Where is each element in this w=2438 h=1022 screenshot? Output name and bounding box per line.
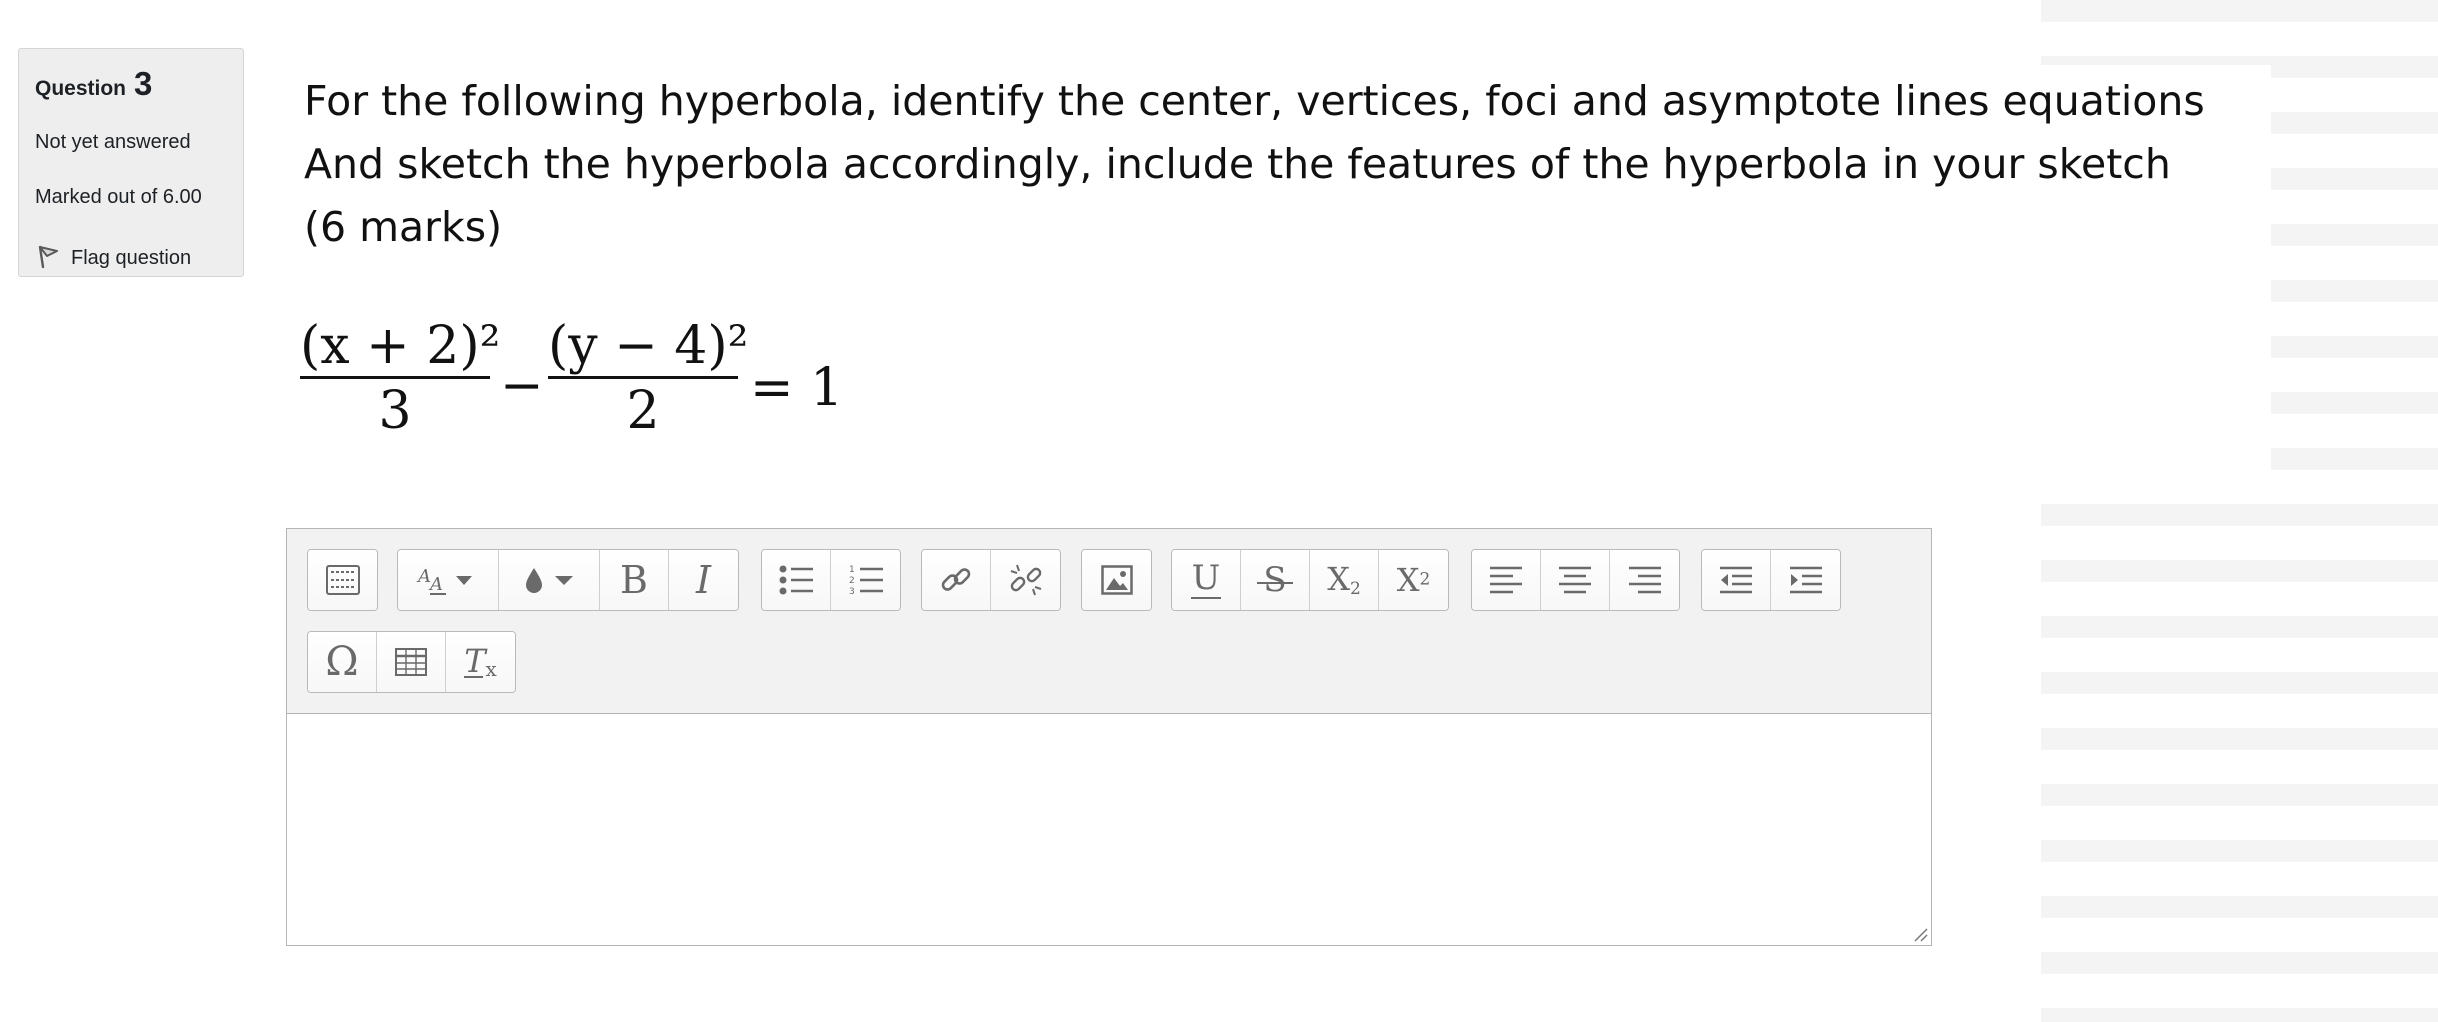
unordered-list-button[interactable] bbox=[762, 550, 831, 610]
align-right-button[interactable] bbox=[1610, 550, 1679, 610]
fraction-x-term: (x + 2)² 3 bbox=[300, 316, 501, 441]
outdent-button[interactable] bbox=[1702, 550, 1771, 610]
question-text-line: And sketch the hyperbola accordingly, in… bbox=[304, 140, 2171, 188]
font-size-button[interactable]: A A bbox=[398, 550, 499, 610]
fraction-denominator: 2 bbox=[626, 381, 660, 441]
flag-question-label: Flag question bbox=[71, 246, 192, 269]
subscript-base: X bbox=[1327, 560, 1350, 599]
question-text-line: For the following hyperbola, identify th… bbox=[304, 77, 2205, 125]
underline-glyph: U bbox=[1191, 558, 1221, 598]
align-center-icon bbox=[1558, 565, 1592, 595]
toolbar-group-links bbox=[921, 549, 1061, 611]
toolbar-group-text-format: U S X2 X2 bbox=[1171, 549, 1449, 611]
image-button[interactable] bbox=[1082, 550, 1151, 610]
align-left-icon bbox=[1489, 565, 1523, 595]
special-character-icon: Ω bbox=[325, 639, 359, 685]
link-button[interactable] bbox=[922, 550, 991, 610]
font-color-icon bbox=[517, 562, 581, 598]
bold-icon: B bbox=[620, 558, 648, 602]
superscript-base: X bbox=[1396, 561, 1420, 599]
italic-icon: I bbox=[695, 558, 711, 602]
font-color-button[interactable] bbox=[499, 550, 600, 610]
toolbar-group-style: A A B I bbox=[397, 549, 739, 611]
svg-text:2: 2 bbox=[849, 576, 855, 586]
resize-handle-icon[interactable] bbox=[1912, 926, 1928, 942]
image-icon bbox=[1100, 565, 1133, 595]
ordered-list-icon: 1 2 3 bbox=[848, 563, 884, 597]
indent-icon bbox=[1789, 565, 1823, 595]
svg-text:A: A bbox=[428, 574, 443, 595]
subscript-script: 2 bbox=[1349, 579, 1361, 600]
question-text: For the following hyperbola, identify th… bbox=[304, 70, 2284, 259]
toolbar-group-insert: Ω Tx bbox=[307, 631, 516, 693]
align-right-icon bbox=[1628, 565, 1662, 595]
outdent-icon bbox=[1719, 565, 1753, 595]
align-center-button[interactable] bbox=[1541, 550, 1610, 610]
svg-text:1: 1 bbox=[849, 565, 855, 575]
quiz-page: Question 3 Not yet answered Marked out o… bbox=[0, 0, 2438, 1022]
align-left-button[interactable] bbox=[1472, 550, 1541, 610]
fraction-numerator: (y − 4)² bbox=[548, 316, 749, 376]
toolbar-toggle-button[interactable] bbox=[308, 550, 377, 610]
indent-button[interactable] bbox=[1771, 550, 1840, 610]
table-button[interactable] bbox=[377, 632, 446, 692]
bold-button[interactable]: B bbox=[600, 550, 669, 610]
toolbar-group-collapse bbox=[307, 549, 378, 611]
superscript-button[interactable]: X2 bbox=[1379, 550, 1448, 610]
underline-icon: U bbox=[1191, 561, 1221, 599]
flag-question-button[interactable]: Flag question bbox=[35, 241, 227, 275]
table-icon bbox=[395, 648, 427, 676]
editor-toolbar: A A B I 1 2 3 U S X2 X2 Ω Tx bbox=[287, 529, 1931, 714]
editor-content-area[interactable] bbox=[287, 713, 1931, 945]
unlink-button[interactable] bbox=[991, 550, 1060, 610]
minus-sign: − bbox=[500, 356, 544, 416]
subscript-icon: X2 bbox=[1327, 560, 1361, 599]
fraction-bar bbox=[548, 376, 738, 379]
fraction-y-term: (y − 4)² 2 bbox=[548, 316, 749, 441]
toolbar-toggle-icon bbox=[325, 565, 360, 595]
clear-formatting-sub: x bbox=[485, 657, 497, 682]
subscript-button[interactable]: X2 bbox=[1310, 550, 1379, 610]
strikethrough-button[interactable]: S bbox=[1241, 550, 1310, 610]
question-text-line: (6 marks) bbox=[304, 203, 503, 251]
strikethrough-icon: S bbox=[1257, 560, 1293, 600]
unlink-icon bbox=[1008, 562, 1044, 598]
font-size-icon: A A bbox=[416, 562, 480, 598]
fraction-bar bbox=[300, 376, 490, 379]
toolbar-group-indent bbox=[1701, 549, 1841, 611]
strikethrough-glyph: S bbox=[1263, 560, 1287, 600]
special-character-button[interactable]: Ω bbox=[308, 632, 377, 692]
superscript-icon: X2 bbox=[1397, 561, 1431, 599]
flag-icon bbox=[35, 241, 61, 275]
answer-editor: A A B I 1 2 3 U S X2 X2 Ω Tx bbox=[286, 528, 1932, 946]
link-icon bbox=[938, 562, 974, 598]
question-number-value: 3 bbox=[134, 65, 153, 102]
unordered-list-icon bbox=[778, 564, 814, 596]
svg-text:A: A bbox=[416, 566, 431, 587]
svg-text:3: 3 bbox=[849, 587, 855, 597]
underline-button[interactable]: U bbox=[1172, 550, 1241, 610]
toolbar-group-lists: 1 2 3 bbox=[761, 549, 901, 611]
clear-formatting-icon: Tx bbox=[464, 642, 497, 682]
equals-one: = 1 bbox=[750, 358, 844, 418]
toolbar-group-align bbox=[1471, 549, 1680, 611]
question-grade: Marked out of 6.00 bbox=[35, 186, 202, 208]
fraction-numerator: (x + 2)² bbox=[300, 316, 501, 376]
question-info-box: Question 3 Not yet answered Marked out o… bbox=[18, 48, 244, 277]
ordered-list-button[interactable]: 1 2 3 bbox=[831, 550, 900, 610]
fraction-denominator: 3 bbox=[378, 381, 412, 441]
toolbar-group-media bbox=[1081, 549, 1152, 611]
italic-button[interactable]: I bbox=[669, 550, 738, 610]
superscript-script: 2 bbox=[1419, 569, 1431, 590]
question-number: Question 3 bbox=[35, 67, 227, 101]
clear-formatting-button[interactable]: Tx bbox=[446, 632, 515, 692]
question-label: Question bbox=[35, 77, 127, 100]
question-state: Not yet answered bbox=[35, 131, 191, 153]
